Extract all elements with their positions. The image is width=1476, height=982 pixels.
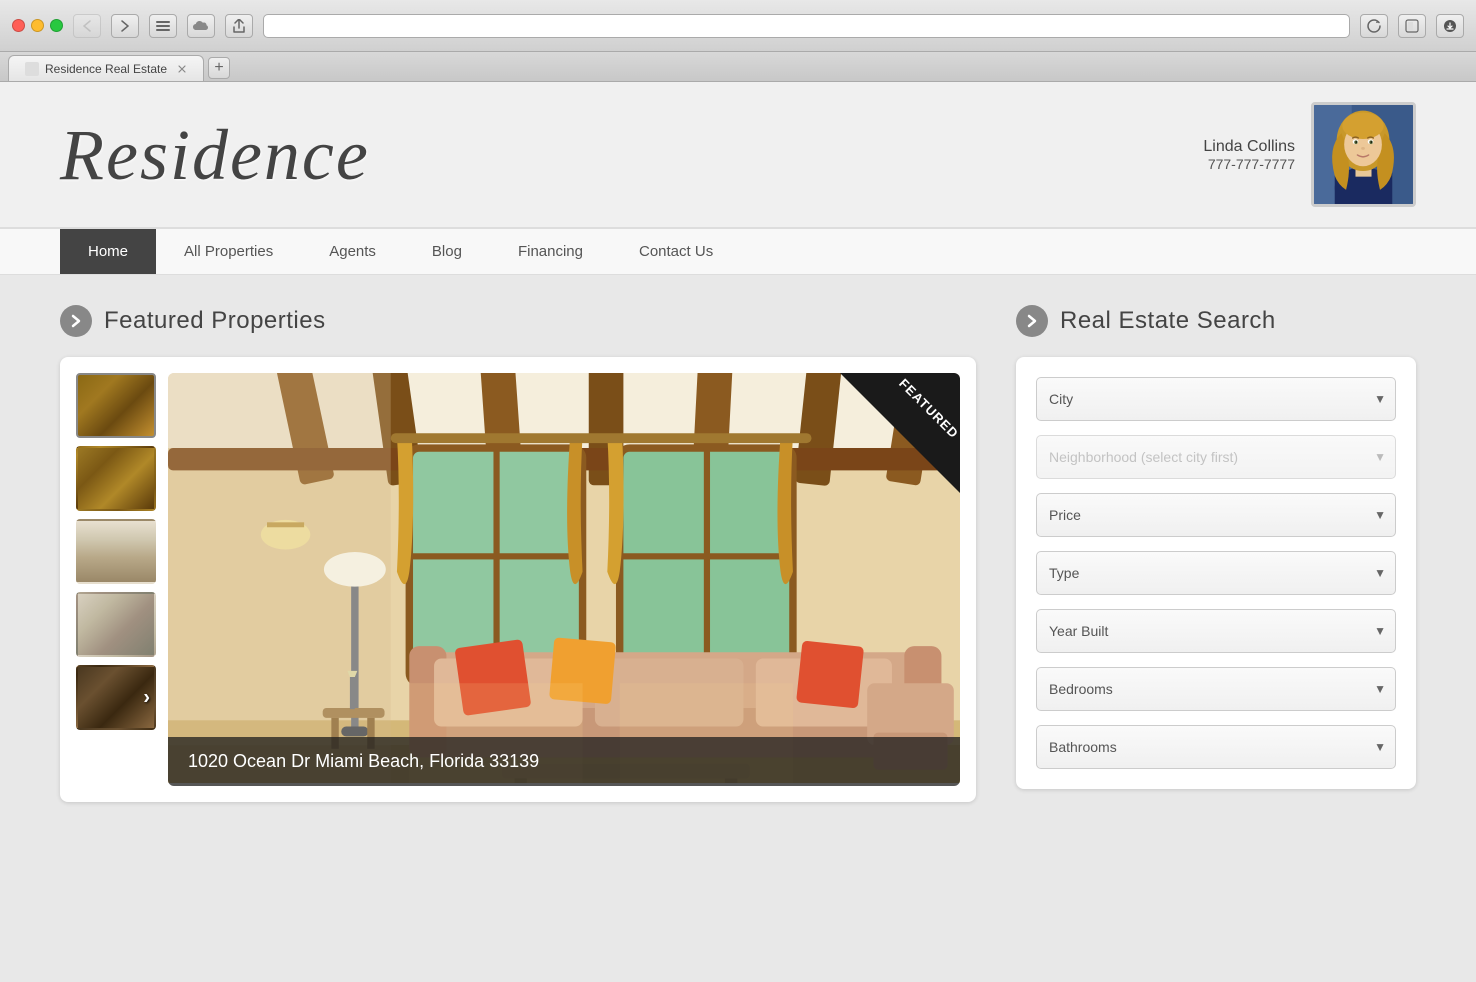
- back-button[interactable]: [73, 14, 101, 38]
- year-built-dropdown[interactable]: Year Built: [1036, 609, 1396, 653]
- address-text: 1020 Ocean Dr Miami Beach, Florida 33139: [188, 751, 539, 771]
- search-panel: City ▼ Neighborhood (select city first) …: [1016, 357, 1416, 789]
- price-dropdown[interactable]: Price: [1036, 493, 1396, 537]
- search-section: Real Estate Search City ▼ Neighborhood (…: [1016, 305, 1416, 802]
- address-bar[interactable]: [263, 14, 1350, 38]
- neighborhood-dropdown-wrapper: Neighborhood (select city first) ▼: [1036, 435, 1396, 479]
- main-property-image: FEATURED 1020 Ocean Dr Miami Beach, Flor…: [168, 373, 960, 786]
- thumbnail-2[interactable]: [76, 446, 156, 511]
- new-tab-button[interactable]: +: [208, 57, 230, 79]
- property-layout: ›: [76, 373, 960, 786]
- thumbnail-5[interactable]: ›: [76, 665, 156, 730]
- share-button[interactable]: [225, 14, 253, 38]
- bedrooms-dropdown-wrapper: Bedrooms ▼: [1036, 667, 1396, 711]
- thumbnail-4[interactable]: [76, 592, 156, 657]
- type-dropdown[interactable]: Type: [1036, 551, 1396, 595]
- traffic-lights: [12, 19, 63, 32]
- type-dropdown-wrapper: Type ▼: [1036, 551, 1396, 595]
- cloud-button[interactable]: [187, 14, 215, 38]
- city-dropdown[interactable]: City: [1036, 377, 1396, 421]
- featured-properties-section: Featured Properties ›: [60, 305, 976, 802]
- site-logo: Residence: [60, 119, 370, 191]
- nav-home[interactable]: Home: [60, 229, 156, 274]
- featured-section-title: Featured Properties: [60, 305, 976, 337]
- next-arrow-icon: ›: [143, 686, 150, 709]
- agent-text: Linda Collins 777-777-7777: [1203, 138, 1295, 172]
- properties-panel: ›: [60, 357, 976, 802]
- main-content: Featured Properties ›: [0, 275, 1476, 832]
- year-built-dropdown-wrapper: Year Built ▼: [1036, 609, 1396, 653]
- bathrooms-dropdown-wrapper: Bathrooms ▼: [1036, 725, 1396, 769]
- nav-all-properties[interactable]: All Properties: [156, 229, 301, 274]
- sidebar-button[interactable]: [149, 14, 177, 38]
- search-arrow-icon: [1016, 305, 1048, 337]
- nav-contact-us[interactable]: Contact Us: [611, 229, 741, 274]
- price-dropdown-wrapper: Price ▼: [1036, 493, 1396, 537]
- bathrooms-dropdown[interactable]: Bathrooms: [1036, 725, 1396, 769]
- agent-phone: 777-777-7777: [1203, 156, 1295, 172]
- city-dropdown-wrapper: City ▼: [1036, 377, 1396, 421]
- nav-agents[interactable]: Agents: [301, 229, 404, 274]
- forward-button[interactable]: [111, 14, 139, 38]
- property-address: 1020 Ocean Dr Miami Beach, Florida 33139: [168, 737, 960, 786]
- minimize-button[interactable]: [31, 19, 44, 32]
- nav-blog[interactable]: Blog: [404, 229, 490, 274]
- browser-tab[interactable]: Residence Real Estate: [8, 55, 204, 81]
- thumbnail-3[interactable]: [76, 519, 156, 584]
- bedrooms-dropdown[interactable]: Bedrooms: [1036, 667, 1396, 711]
- website: Residence Linda Collins 777-777-7777: [0, 82, 1476, 982]
- site-header: Residence Linda Collins 777-777-7777: [0, 82, 1476, 229]
- featured-title-text: Featured Properties: [104, 307, 326, 335]
- search-section-title: Real Estate Search: [1016, 305, 1416, 337]
- agent-name: Linda Collins: [1203, 138, 1295, 156]
- nav-financing[interactable]: Financing: [490, 229, 611, 274]
- close-button[interactable]: [12, 19, 25, 32]
- agent-photo: [1311, 102, 1416, 207]
- neighborhood-dropdown[interactable]: Neighborhood (select city first): [1036, 435, 1396, 479]
- download-button[interactable]: [1436, 14, 1464, 38]
- featured-arrow-icon: [60, 305, 92, 337]
- thumbnail-1[interactable]: [76, 373, 156, 438]
- reload-button[interactable]: [1360, 14, 1388, 38]
- site-navigation: Home All Properties Agents Blog Financin…: [0, 229, 1476, 275]
- browser-chrome: [0, 0, 1476, 52]
- property-thumbnails: ›: [76, 373, 156, 786]
- agent-info: Linda Collins 777-777-7777: [1203, 102, 1416, 207]
- tab-title: Residence Real Estate: [45, 62, 167, 76]
- tab-bar: Residence Real Estate +: [0, 52, 1476, 82]
- fullscreen-button[interactable]: [50, 19, 63, 32]
- search-title-text: Real Estate Search: [1060, 307, 1276, 335]
- reading-list-button[interactable]: [1398, 14, 1426, 38]
